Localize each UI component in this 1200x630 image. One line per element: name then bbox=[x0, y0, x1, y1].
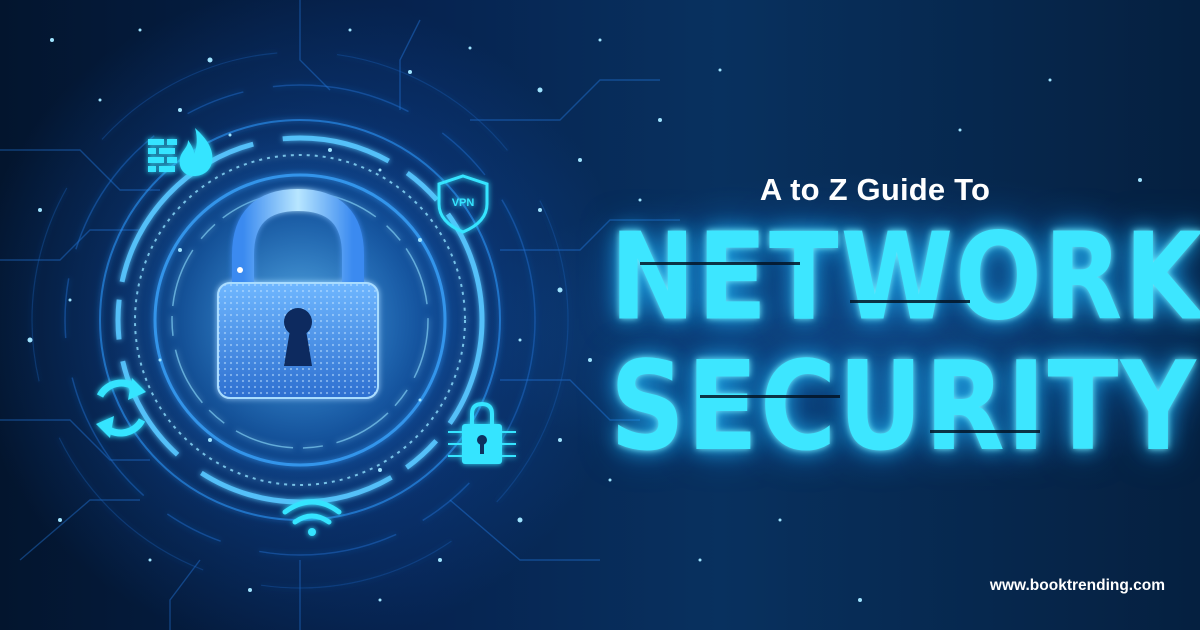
headline-kicker: A to Z Guide To bbox=[759, 172, 991, 207]
glitch-stripe bbox=[850, 300, 970, 303]
website-url: www.booktrending.com bbox=[989, 577, 1165, 594]
banner: VPN A to Z Guide To NETWORK SECURITY www… bbox=[0, 0, 1200, 630]
vpn-label: VPN bbox=[452, 197, 475, 209]
glitch-stripe bbox=[640, 262, 800, 265]
title-line-security: SECURITY bbox=[610, 334, 1198, 479]
glitch-stripe bbox=[930, 430, 1040, 433]
title-line-network: NETWORK bbox=[610, 207, 1200, 348]
glitch-stripe bbox=[700, 395, 840, 398]
